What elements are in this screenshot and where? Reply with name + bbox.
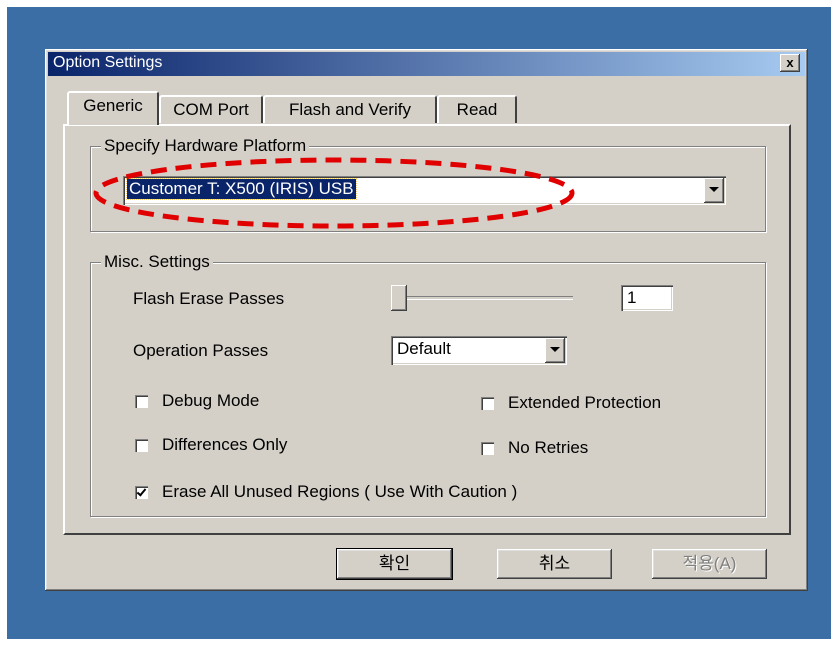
flash-erase-slider-thumb[interactable] bbox=[391, 285, 407, 311]
tab-generic-label: Generic bbox=[83, 96, 143, 115]
debug-mode-label[interactable]: Debug Mode bbox=[162, 391, 259, 411]
tab-flash-and-verify[interactable]: Flash and Verify bbox=[263, 95, 437, 123]
hardware-platform-group-title: Specify Hardware Platform bbox=[101, 136, 310, 156]
apply-button-label: 적용(A) bbox=[682, 554, 737, 573]
tab-generic[interactable]: Generic bbox=[67, 91, 159, 125]
flash-erase-passes-field[interactable]: 1 bbox=[621, 285, 673, 311]
extended-protection-checkbox[interactable] bbox=[481, 397, 494, 410]
apply-button: 적용(A) bbox=[652, 549, 767, 579]
close-button[interactable]: x bbox=[780, 54, 800, 72]
operation-passes-label: Operation Passes bbox=[133, 341, 269, 360]
hardware-platform-value: Customer T: X500 (IRIS) USB bbox=[126, 178, 357, 200]
window-title: Option Settings bbox=[53, 54, 163, 71]
flash-erase-passes-label: Flash Erase Passes bbox=[133, 289, 285, 308]
close-icon: x bbox=[786, 55, 794, 70]
flash-erase-slider-track[interactable] bbox=[391, 296, 573, 300]
hardware-platform-select[interactable]: Customer T: X500 (IRIS) USB bbox=[123, 176, 726, 205]
cancel-button[interactable]: 취소 bbox=[497, 549, 612, 579]
tab-read-label: Read bbox=[456, 100, 498, 119]
differences-only-checkbox[interactable] bbox=[135, 439, 148, 452]
title-bar[interactable]: Option Settings x bbox=[48, 52, 805, 76]
erase-unused-regions-checkbox[interactable] bbox=[135, 486, 148, 499]
erase-unused-regions-label[interactable]: Erase All Unused Regions ( Use With Caut… bbox=[162, 482, 517, 502]
debug-mode-checkbox[interactable] bbox=[135, 395, 148, 408]
chevron-down-icon[interactable] bbox=[545, 338, 565, 363]
tab-com-port[interactable]: COM Port bbox=[159, 95, 263, 123]
chevron-down-icon[interactable] bbox=[704, 178, 724, 203]
operation-passes-value: Default bbox=[397, 339, 451, 358]
differences-only-label[interactable]: Differences Only bbox=[162, 435, 287, 455]
ok-button[interactable]: 확인 bbox=[336, 548, 453, 580]
no-retries-label[interactable]: No Retries bbox=[508, 438, 588, 458]
operation-passes-select[interactable]: Default bbox=[391, 336, 567, 365]
cancel-button-label: 취소 bbox=[538, 554, 571, 573]
extended-protection-label[interactable]: Extended Protection bbox=[508, 393, 661, 413]
tab-read[interactable]: Read bbox=[437, 95, 517, 123]
option-settings-dialog: Option Settings x Generic COM Port Flash… bbox=[45, 49, 808, 591]
flash-erase-passes-value: 1 bbox=[627, 288, 637, 307]
misc-settings-group-title: Misc. Settings bbox=[101, 252, 213, 272]
no-retries-checkbox[interactable] bbox=[481, 442, 494, 455]
tab-flash-and-verify-label: Flash and Verify bbox=[289, 100, 411, 119]
tab-com-port-label: COM Port bbox=[173, 100, 249, 119]
ok-button-label: 확인 bbox=[378, 554, 411, 573]
